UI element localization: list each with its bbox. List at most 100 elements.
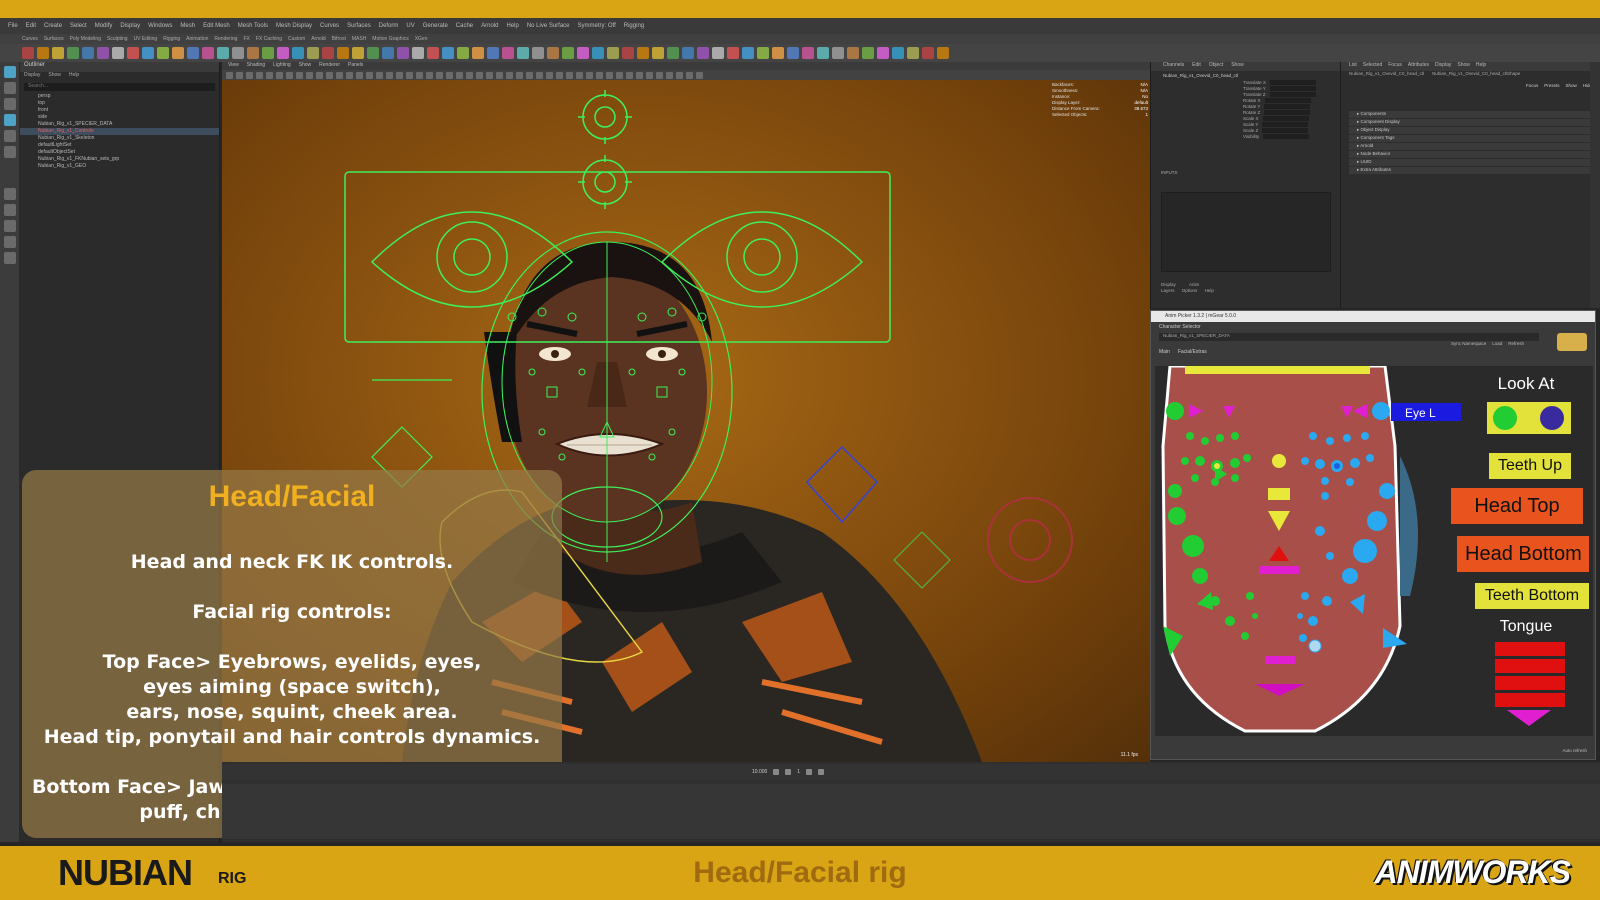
- shelf-tool-icon[interactable]: [502, 47, 514, 59]
- look-at-green-control[interactable]: [1493, 406, 1517, 430]
- shelf-tool-icon[interactable]: [442, 47, 454, 59]
- viewport-menu-item[interactable]: Shading: [247, 62, 265, 70]
- viewport-tool-icon[interactable]: [656, 71, 663, 79]
- viewport-tool-icon[interactable]: [286, 71, 293, 79]
- viewport-tool-icon[interactable]: [466, 71, 473, 79]
- viewport-tool-icon[interactable]: [406, 71, 413, 79]
- shelf-tool-icon[interactable]: [262, 47, 274, 59]
- shelf-tool-icon[interactable]: [172, 47, 184, 59]
- timeline[interactable]: 10.000 1: [222, 762, 1600, 842]
- look-at-blue-control[interactable]: [1540, 406, 1564, 430]
- viewport-tool-icon[interactable]: [346, 71, 353, 79]
- viewport-tool-icon[interactable]: [306, 71, 313, 79]
- shelf-tool-icon[interactable]: [637, 47, 649, 59]
- shelf-tool-icon[interactable]: [592, 47, 604, 59]
- shelf-tool-icon[interactable]: [157, 47, 169, 59]
- viewport-tool-icon[interactable]: [456, 71, 463, 79]
- shelf-tool-icon[interactable]: [472, 47, 484, 59]
- viewport-tool-icon[interactable]: [696, 71, 703, 79]
- menu-item[interactable]: Mesh Tools: [236, 23, 270, 29]
- menu-item[interactable]: Create: [42, 23, 64, 29]
- shelf-tool-icon[interactable]: [67, 47, 79, 59]
- channel-box-menu-item[interactable]: Show: [1231, 62, 1244, 71]
- attribute-section[interactable]: ▸ Arnold: [1349, 143, 1592, 150]
- shelf-tab[interactable]: FX: [243, 36, 249, 42]
- channel-box-menu-item[interactable]: Object: [1209, 62, 1223, 71]
- load-button[interactable]: Load: [1492, 341, 1502, 346]
- shelf-tool-icon[interactable]: [382, 47, 394, 59]
- layout-two-icon[interactable]: [4, 220, 16, 232]
- attribute-section[interactable]: ▸ Components: [1349, 111, 1592, 118]
- attribute-editor-menu-item[interactable]: Focus: [1388, 62, 1402, 71]
- viewport-tool-icon[interactable]: [386, 71, 393, 79]
- shelf-tab[interactable]: Arnold: [311, 36, 325, 42]
- shelf-tool-icon[interactable]: [697, 47, 709, 59]
- attribute-editor-menu-item[interactable]: List: [1349, 62, 1357, 71]
- menu-item[interactable]: Deform: [377, 23, 401, 29]
- shelf-tool-icon[interactable]: [37, 47, 49, 59]
- head-bottom-button[interactable]: Head Bottom: [1457, 536, 1589, 572]
- viewport-tool-icon[interactable]: [666, 71, 673, 79]
- menu-item[interactable]: Mesh Display: [274, 23, 314, 29]
- shelf-tool-icon[interactable]: [772, 47, 784, 59]
- shelf-tool-icon[interactable]: [892, 47, 904, 59]
- outliner-item[interactable]: side: [20, 114, 219, 121]
- viewport-tool-icon[interactable]: [546, 71, 553, 79]
- viewport-tool-icon[interactable]: [496, 71, 503, 79]
- outliner-item[interactable]: Nubian_Rig_v1_GEO: [20, 163, 219, 170]
- shelf-tool-icon[interactable]: [577, 47, 589, 59]
- viewport-tool-icon[interactable]: [616, 71, 623, 79]
- viewport-tool-icon[interactable]: [436, 71, 443, 79]
- viewport-tool-icon[interactable]: [276, 71, 283, 79]
- menu-item[interactable]: Edit Mesh: [201, 23, 232, 29]
- symmetry-field[interactable]: Symmetry: Off: [576, 23, 618, 29]
- shelf-tab[interactable]: Animation: [186, 36, 208, 42]
- move-tool-icon[interactable]: [4, 114, 16, 126]
- channel-value-field[interactable]: [1269, 80, 1316, 85]
- tab-facial-extras[interactable]: Facial/Extras: [1178, 349, 1207, 359]
- viewport-tool-icon[interactable]: [316, 71, 323, 79]
- shelf-tool-icon[interactable]: [397, 47, 409, 59]
- channel-value-field[interactable]: [1262, 128, 1309, 133]
- shelf-tool-icon[interactable]: [412, 47, 424, 59]
- menu-item[interactable]: Mesh: [178, 23, 197, 29]
- menu-layers[interactable]: Layers: [1161, 288, 1175, 293]
- outliner-item[interactable]: defaultLightSet: [20, 142, 219, 149]
- viewport-tool-icon[interactable]: [226, 71, 233, 79]
- menu-help[interactable]: Help: [1205, 288, 1214, 293]
- menu-item[interactable]: Display: [118, 23, 142, 29]
- rotate-tool-icon[interactable]: [4, 130, 16, 142]
- viewport-tool-icon[interactable]: [536, 71, 543, 79]
- menu-options[interactable]: Options: [1182, 288, 1198, 293]
- viewport-tool-icon[interactable]: [396, 71, 403, 79]
- search-icon[interactable]: [4, 252, 16, 264]
- viewport-tool-icon[interactable]: [526, 71, 533, 79]
- shelf-tool-icon[interactable]: [487, 47, 499, 59]
- channel-value-field[interactable]: [1264, 110, 1311, 115]
- shelf-tool-icon[interactable]: [427, 47, 439, 59]
- attribute-section[interactable]: ▸ Component Display: [1349, 119, 1592, 126]
- attribute-section[interactable]: ▸ Extra Attributes: [1349, 167, 1592, 174]
- shelf-tab[interactable]: Surfaces: [44, 36, 64, 42]
- attribute-editor-menu-item[interactable]: Help: [1476, 62, 1486, 71]
- viewport-tool-icon[interactable]: [366, 71, 373, 79]
- outliner-item[interactable]: defaultObjectSet: [20, 149, 219, 156]
- shelf-tool-icon[interactable]: [202, 47, 214, 59]
- tab-main[interactable]: Main: [1159, 349, 1170, 359]
- shelf-tab[interactable]: Rendering: [214, 36, 237, 42]
- attribute-section[interactable]: ▸ UUID: [1349, 159, 1592, 166]
- viewport-tool-icon[interactable]: [476, 71, 483, 79]
- channel-value-field[interactable]: [1263, 134, 1310, 139]
- outliner-item[interactable]: persp: [20, 93, 219, 100]
- tongue-control-3[interactable]: [1495, 676, 1565, 690]
- shelf-tab[interactable]: Sculpting: [107, 36, 128, 42]
- viewport-menu-item[interactable]: Lighting: [273, 62, 291, 70]
- outliner-item[interactable]: Nubian_Rig_v1_Controls: [20, 128, 219, 135]
- shelf-tool-icon[interactable]: [82, 47, 94, 59]
- shelf-tool-icon[interactable]: [817, 47, 829, 59]
- channel-box-menu-item[interactable]: Edit: [1192, 62, 1201, 71]
- shelf-tool-icon[interactable]: [532, 47, 544, 59]
- menu-item[interactable]: Windows: [146, 23, 174, 29]
- attribute-section[interactable]: ▸ Component Tags: [1349, 135, 1592, 142]
- show-button[interactable]: Show: [1565, 83, 1576, 88]
